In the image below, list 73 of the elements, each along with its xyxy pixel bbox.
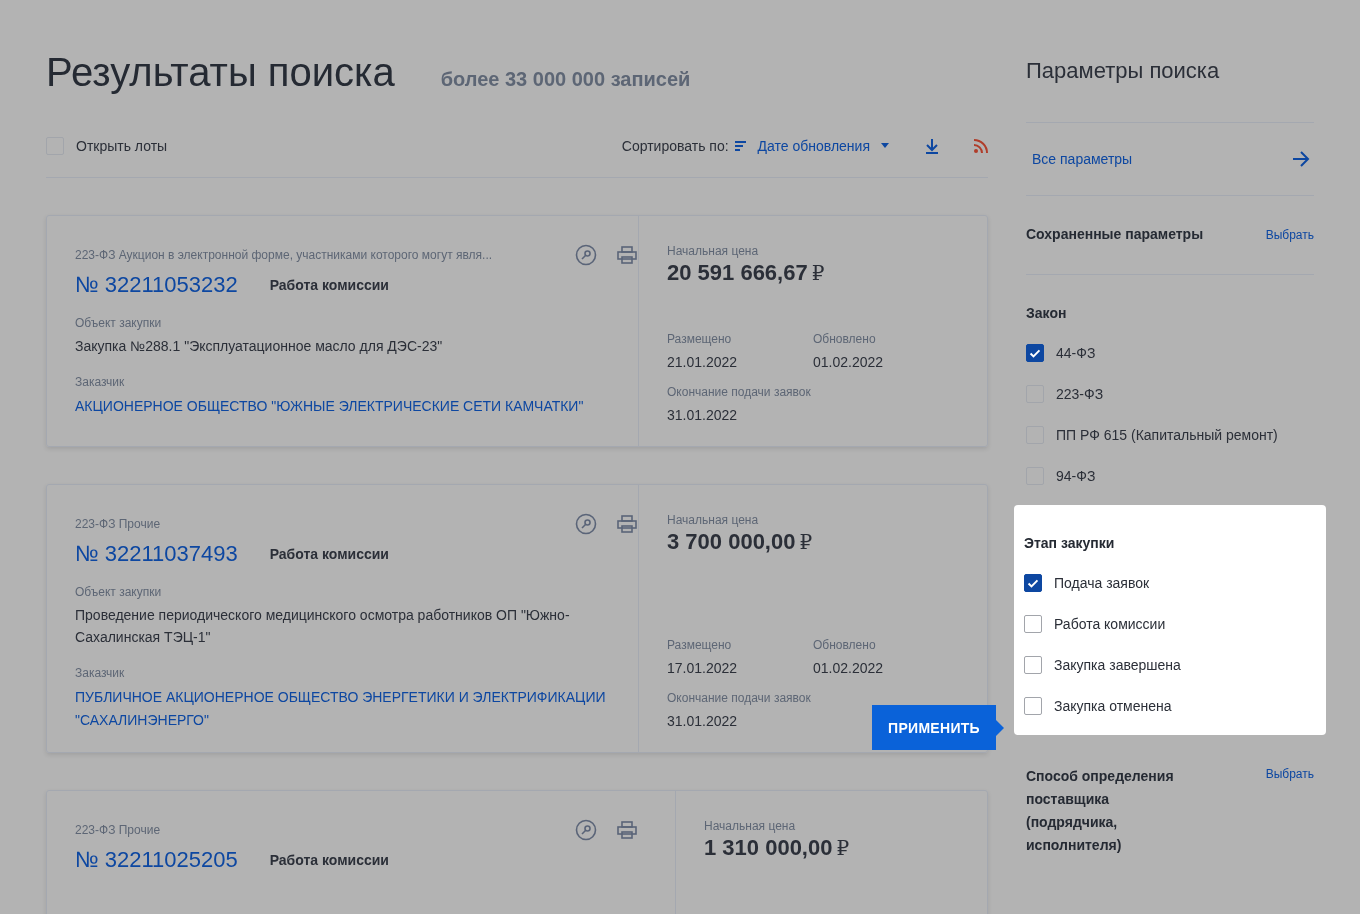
print-icon[interactable] — [617, 246, 637, 264]
customer-link[interactable]: ПУБЛИЧНОЕ АКЦИОНЕРНОЕ ОБЩЕСТВО ЭНЕРГЕТИКИ И ЭЛЕКТРИФИКАЦИИ "САХАЛИНЭНЕРГО" — [75, 686, 635, 732]
option-label: Закупка завершена — [1054, 657, 1181, 673]
option-label: Подача заявок — [1054, 575, 1150, 591]
section-title: Закон — [1026, 305, 1068, 321]
field-label: Обновлено — [813, 332, 877, 346]
currency-sign: ₽ — [799, 530, 813, 554]
field-label: Объект закупки — [75, 316, 163, 330]
checkbox[interactable] — [1024, 574, 1042, 592]
initial-price: 20 591 666,67 — [667, 260, 808, 286]
procurement-object: Проведение периодического медицинского осмотра работников ОП "Южно-Сахалинская ТЭЦ-1" — [75, 606, 571, 647]
procurement-category: 223-ФЗ Аукцион в электронной форме, участниками которого могут явля... — [75, 248, 494, 262]
option-label: 223-ФЗ — [1056, 386, 1104, 402]
select-link[interactable]: Выбрать — [1265, 228, 1314, 242]
field-label: Обновлено — [813, 638, 877, 652]
field-label: Начальная цена — [667, 244, 759, 258]
sort-label: Сортировать по: — [621, 138, 729, 154]
sort-dropdown[interactable]: Дате обновления — [757, 138, 890, 154]
print-icon[interactable] — [617, 821, 637, 839]
arrow-icon — [1292, 151, 1310, 167]
field-label: Заказчик — [75, 375, 126, 389]
procurement-object: Закупка №288.1 "Эксплуатационное масло для ДЭС-23" — [75, 337, 444, 356]
currency-sign: ₽ — [836, 836, 850, 860]
procurement-category: 223-ФЗ Прочие — [75, 823, 162, 837]
field-label: Размещено — [667, 638, 733, 652]
deadline-date: 31.01.2022 — [667, 712, 738, 731]
updated-date: 01.02.2022 — [813, 659, 885, 678]
sidebar-title: Параметры поиска — [1026, 58, 1314, 123]
open-lots-label: Открыть лоты — [76, 138, 168, 154]
procurement-number[interactable]: № 32211037493 — [75, 541, 238, 567]
option-label: ПП РФ 615 (Капитальный ремонт) — [1056, 427, 1278, 443]
download-icon[interactable] — [924, 138, 940, 154]
field-label: Объект закупки — [75, 585, 163, 599]
section-title: Способ определения поставщика (подрядчика, исполнителя) — [1026, 767, 1175, 855]
select-link[interactable]: Выбрать — [1265, 767, 1314, 781]
customer-link[interactable]: АКЦИОНЕРНОЕ ОБЩЕСТВО "ЮЖНЫЕ ЭЛЕКТРИЧЕСКИЕ СЕТИ КАМЧАТКИ" — [75, 395, 635, 418]
field-label: Окончание подачи заявок — [667, 385, 811, 399]
checkbox[interactable] — [1024, 697, 1042, 715]
initial-price: 1 310 000,00 — [704, 835, 833, 861]
procurement-number[interactable]: № 32211053232 — [75, 272, 238, 298]
deadline-date: 31.01.2022 — [667, 406, 738, 425]
field-label: Начальная цена — [704, 819, 796, 833]
checkbox[interactable] — [1026, 344, 1044, 362]
checkbox[interactable] — [1024, 656, 1042, 674]
page-title: Результаты поиска — [46, 50, 395, 95]
currency-sign: ₽ — [811, 261, 825, 285]
field-label: Начальная цена — [667, 513, 759, 527]
result-count: более 33 000 000 записей — [440, 68, 691, 91]
field-label: Заказчик — [75, 666, 126, 680]
section-title: Этап закупки — [1024, 535, 1116, 551]
sort-icon — [734, 141, 746, 151]
option-label: 94-ФЗ — [1056, 468, 1096, 484]
procurement-status: Работа комиссии — [269, 852, 389, 868]
posted-date: 17.01.2022 — [667, 659, 739, 678]
procurement-status: Работа комиссии — [269, 277, 389, 293]
option-label: Работа комиссии — [1054, 616, 1166, 632]
posted-date: 21.01.2022 — [667, 353, 739, 372]
initial-price: 3 700 000,00 — [667, 529, 796, 555]
apply-button[interactable]: ПРИМЕНИТЬ — [872, 705, 1004, 750]
option-label: Закупка отменена — [1054, 698, 1172, 714]
procurement-status: Работа комиссии — [269, 546, 389, 562]
rss-icon[interactable] — [974, 139, 988, 153]
print-icon[interactable] — [617, 515, 637, 533]
field-label: Окончание подачи заявок — [667, 691, 811, 705]
all-parameters-link[interactable]: Все параметры — [1026, 123, 1314, 196]
updated-date: 01.02.2022 — [813, 353, 885, 372]
option-label: 44-ФЗ — [1056, 345, 1096, 361]
section-title: Сохраненные параметры — [1026, 226, 1204, 242]
caret-icon — [880, 143, 890, 149]
field-label: Размещено — [667, 332, 733, 346]
procurement-category: 223-ФЗ Прочие — [75, 517, 162, 531]
checkbox[interactable] — [1024, 615, 1042, 633]
procurement-number[interactable]: № 32211025205 — [75, 847, 238, 873]
